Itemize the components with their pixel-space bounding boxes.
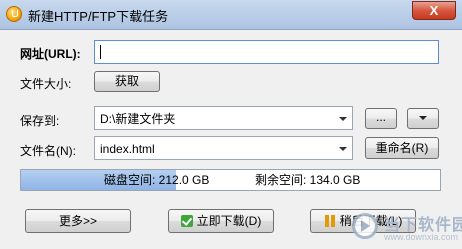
saveto-value: D:\新建文件夹 xyxy=(100,112,176,126)
filename-label: 文件名(N): xyxy=(20,144,76,158)
chevron-down-icon xyxy=(419,116,427,120)
fetch-button-label: 获取 xyxy=(114,74,139,88)
pause-icon xyxy=(324,215,336,227)
more-button-label: 更多>> xyxy=(58,214,98,228)
chevron-down-icon[interactable] xyxy=(339,117,347,121)
filename-combobox[interactable]: index.html xyxy=(94,136,353,160)
browse-button-label: ... xyxy=(375,110,386,124)
title-bar: 新建HTTP/FTP下载任务 X xyxy=(0,0,462,30)
watermark: 当下软件园 www.downxia.com xyxy=(352,210,462,246)
check-icon xyxy=(180,215,193,227)
text-caret xyxy=(100,45,101,59)
filesize-label: 文件大小: xyxy=(20,77,72,91)
download-now-label: 立即下载(D) xyxy=(196,214,262,228)
close-button[interactable]: X xyxy=(412,1,456,20)
window-title: 新建HTTP/FTP下载任务 xyxy=(28,9,169,24)
disk-space-bar: 磁盘空间: 212.0 GB 剩余空间: 134.0 GB xyxy=(20,169,441,191)
download-app-icon xyxy=(6,6,22,22)
url-label: 网址(URL): xyxy=(20,47,81,61)
more-button[interactable]: 更多>> xyxy=(25,209,131,233)
filename-value: index.html xyxy=(100,142,155,156)
saveto-combobox[interactable]: D:\新建文件夹 xyxy=(94,106,353,130)
browse-button[interactable]: ... xyxy=(365,108,397,129)
rename-button-label: 重命名(R) xyxy=(375,141,429,155)
disk-free-text: 剩余空间: 134.0 GB xyxy=(255,173,361,187)
download-now-button[interactable]: 立即下载(D) xyxy=(168,209,274,233)
url-input[interactable] xyxy=(94,40,439,64)
chevron-down-icon[interactable] xyxy=(339,147,347,151)
fetch-button[interactable]: 获取 xyxy=(94,71,160,92)
rename-button[interactable]: 重命名(R) xyxy=(365,137,439,159)
watermark-url: www.downxia.com xyxy=(384,232,459,242)
saveto-dropdown-button[interactable] xyxy=(407,108,439,129)
saveto-label: 保存到: xyxy=(20,114,60,128)
watermark-logo-icon xyxy=(352,213,378,239)
disk-space-text: 磁盘空间: 212.0 GB xyxy=(104,173,210,187)
